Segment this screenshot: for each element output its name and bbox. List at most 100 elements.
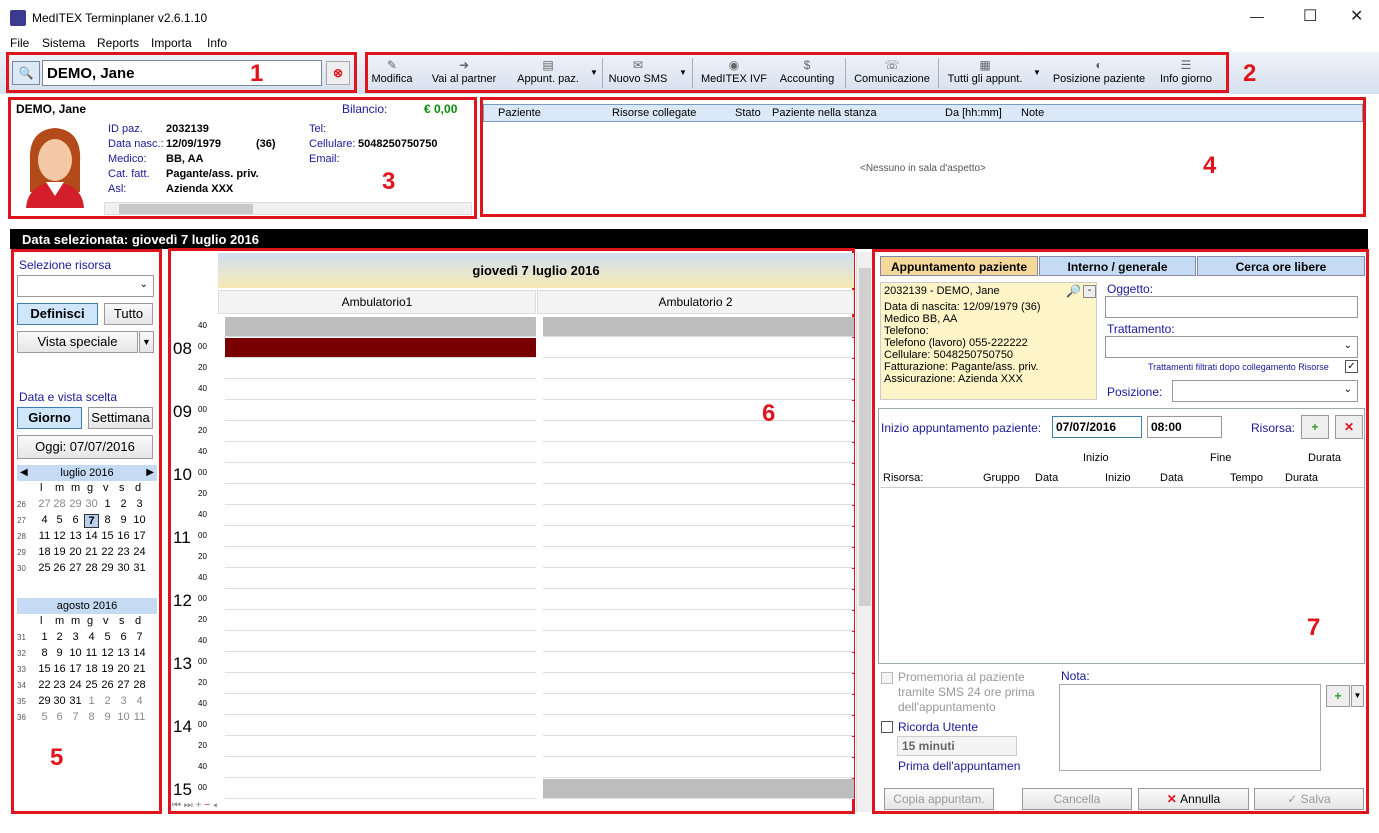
time-slot-cell[interactable] bbox=[225, 695, 536, 715]
add-resource-icon[interactable]: + bbox=[1301, 415, 1329, 439]
calendar-day[interactable]: 5 bbox=[52, 514, 67, 526]
time-slot-cell[interactable] bbox=[543, 380, 854, 400]
tab-appuntamento-paziente[interactable]: Appuntamento paziente bbox=[880, 256, 1038, 276]
col-paziente-stanza[interactable]: Paziente nella stanza bbox=[772, 107, 877, 119]
calendar-day[interactable]: 28 bbox=[84, 562, 99, 574]
time-slot-cell[interactable] bbox=[543, 632, 854, 652]
time-slot-cell[interactable] bbox=[225, 464, 536, 484]
time-slot-cell[interactable] bbox=[543, 674, 854, 694]
calendar-day[interactable]: 1 bbox=[37, 631, 52, 643]
calendar-day[interactable]: 10 bbox=[68, 647, 83, 659]
col-note[interactable]: Note bbox=[1021, 107, 1044, 119]
annulla-button[interactable]: ✕ Annulla bbox=[1138, 788, 1249, 810]
calendar-day[interactable]: 2 bbox=[52, 631, 67, 643]
remove-resource-icon[interactable]: ✕ bbox=[1335, 415, 1363, 439]
copia-appuntam-button[interactable]: Copia appuntam. bbox=[884, 788, 994, 810]
time-slot-cell[interactable] bbox=[225, 401, 536, 421]
calendar-day[interactable]: 7 bbox=[84, 514, 99, 528]
modifica-button[interactable]: ✎ Modifica bbox=[370, 56, 414, 90]
calendar-day[interactable]: 6 bbox=[116, 631, 131, 643]
time-slot-cell[interactable] bbox=[543, 611, 854, 631]
room-header-2[interactable]: Ambulatorio 2 bbox=[537, 290, 854, 314]
calendar-day[interactable]: 17 bbox=[132, 530, 147, 542]
calendar-day[interactable]: 20 bbox=[68, 546, 83, 558]
calendar-day[interactable]: 31 bbox=[132, 562, 147, 574]
add-nota-icon[interactable]: + bbox=[1326, 685, 1350, 707]
posizione-select[interactable]: ⌄ bbox=[1172, 380, 1358, 402]
time-slot-cell[interactable] bbox=[543, 569, 854, 589]
search-icon[interactable]: 🔎 bbox=[1066, 284, 1081, 298]
maximize-icon[interactable]: ☐ bbox=[1303, 6, 1317, 26]
time-slot-cell[interactable] bbox=[543, 695, 854, 715]
calendar-day[interactable]: 4 bbox=[37, 514, 52, 526]
calendar-day[interactable]: 8 bbox=[100, 514, 115, 526]
calendar-day[interactable]: 27 bbox=[116, 679, 131, 691]
time-slot-cell[interactable] bbox=[225, 359, 536, 379]
time-slot-cell[interactable] bbox=[543, 359, 854, 379]
calendar-day[interactable]: 27 bbox=[37, 498, 52, 510]
calendar-day[interactable]: 30 bbox=[52, 695, 67, 707]
vista-speciale-button[interactable]: Vista speciale bbox=[17, 331, 138, 353]
time-slot-cell[interactable] bbox=[543, 758, 854, 778]
tab-cerca-ore-libere[interactable]: Cerca ore libere bbox=[1197, 256, 1365, 276]
time-slot-cell[interactable] bbox=[225, 443, 536, 463]
time-slot-cell[interactable] bbox=[225, 338, 536, 358]
time-slot-cell[interactable] bbox=[543, 548, 854, 568]
calendar-day[interactable]: 14 bbox=[132, 647, 147, 659]
calendar-day[interactable]: 19 bbox=[100, 663, 115, 675]
calendar-day[interactable]: 29 bbox=[100, 562, 115, 574]
calendar-day[interactable]: 5 bbox=[100, 631, 115, 643]
appunt-paz-button[interactable]: ▤ Appunt. paz. bbox=[512, 56, 584, 90]
time-slot-cell[interactable] bbox=[543, 464, 854, 484]
calendar-day[interactable]: 12 bbox=[52, 530, 67, 542]
calendar-day[interactable]: 8 bbox=[37, 647, 52, 659]
calendar-day[interactable]: 25 bbox=[37, 562, 52, 574]
calendar-day[interactable]: 15 bbox=[100, 530, 115, 542]
collapse-icon[interactable]: - bbox=[1083, 285, 1096, 298]
calendar-day[interactable]: 23 bbox=[116, 546, 131, 558]
next-month-icon[interactable]: ▶ bbox=[146, 465, 154, 481]
calendar-day[interactable]: 27 bbox=[68, 562, 83, 574]
calendar-day[interactable]: 15 bbox=[37, 663, 52, 675]
calendar-day[interactable]: 18 bbox=[37, 546, 52, 558]
time-slot-cell[interactable] bbox=[543, 401, 854, 421]
calendar-day[interactable]: 21 bbox=[132, 663, 147, 675]
calendar-day[interactable]: 28 bbox=[132, 679, 147, 691]
time-slot-cell[interactable] bbox=[543, 422, 854, 442]
vai-al-partner-button[interactable]: ➜ Vai al partner bbox=[428, 56, 500, 90]
calendar-day[interactable]: 11 bbox=[37, 530, 52, 542]
calendar-day[interactable]: 10 bbox=[132, 514, 147, 526]
giorno-button[interactable]: Giorno bbox=[17, 407, 82, 429]
calendar-day[interactable]: 21 bbox=[84, 546, 99, 558]
settimana-button[interactable]: Settimana bbox=[88, 407, 153, 429]
patient-search-input[interactable]: DEMO, Jane bbox=[42, 60, 322, 86]
schedule-scrollbar[interactable] bbox=[856, 252, 872, 812]
calendar-day[interactable]: 1 bbox=[84, 695, 99, 707]
calendar-day[interactable]: 1 bbox=[100, 498, 115, 510]
time-slot-cell[interactable] bbox=[543, 653, 854, 673]
calendar-day[interactable]: 9 bbox=[52, 647, 67, 659]
calendar-day[interactable]: 4 bbox=[132, 695, 147, 707]
ricorda-checkbox[interactable] bbox=[881, 721, 893, 733]
accounting-button[interactable]: $ Accounting bbox=[776, 56, 838, 90]
calendar-day[interactable]: 24 bbox=[68, 679, 83, 691]
tutti-dropdown-icon[interactable]: ▼ bbox=[1033, 68, 1041, 77]
patient-search-icon[interactable]: 🔍 bbox=[12, 61, 40, 85]
time-slot-cell[interactable] bbox=[543, 338, 854, 358]
minimize-icon[interactable]: — bbox=[1250, 8, 1264, 24]
resource-select[interactable]: ⌄ bbox=[17, 275, 154, 297]
inizio-date-input[interactable]: 07/07/2016 bbox=[1052, 416, 1142, 438]
time-slot-cell[interactable] bbox=[225, 527, 536, 547]
time-slot-cell[interactable] bbox=[225, 317, 536, 337]
calendar-day[interactable]: 2 bbox=[116, 498, 131, 510]
menu-reports[interactable]: Reports bbox=[97, 36, 139, 50]
time-slot-cell[interactable] bbox=[225, 611, 536, 631]
time-slot-cell[interactable] bbox=[543, 737, 854, 757]
room-header-1[interactable]: Ambulatorio1 bbox=[218, 290, 536, 314]
calendar-day[interactable]: 9 bbox=[116, 514, 131, 526]
oggi-button[interactable]: Oggi: 07/07/2016 bbox=[17, 435, 153, 459]
menu-sistema[interactable]: Sistema bbox=[42, 36, 85, 50]
time-slot-cell[interactable] bbox=[225, 590, 536, 610]
definisci-button[interactable]: Definisci bbox=[17, 303, 98, 325]
calendar-day[interactable]: 26 bbox=[100, 679, 115, 691]
